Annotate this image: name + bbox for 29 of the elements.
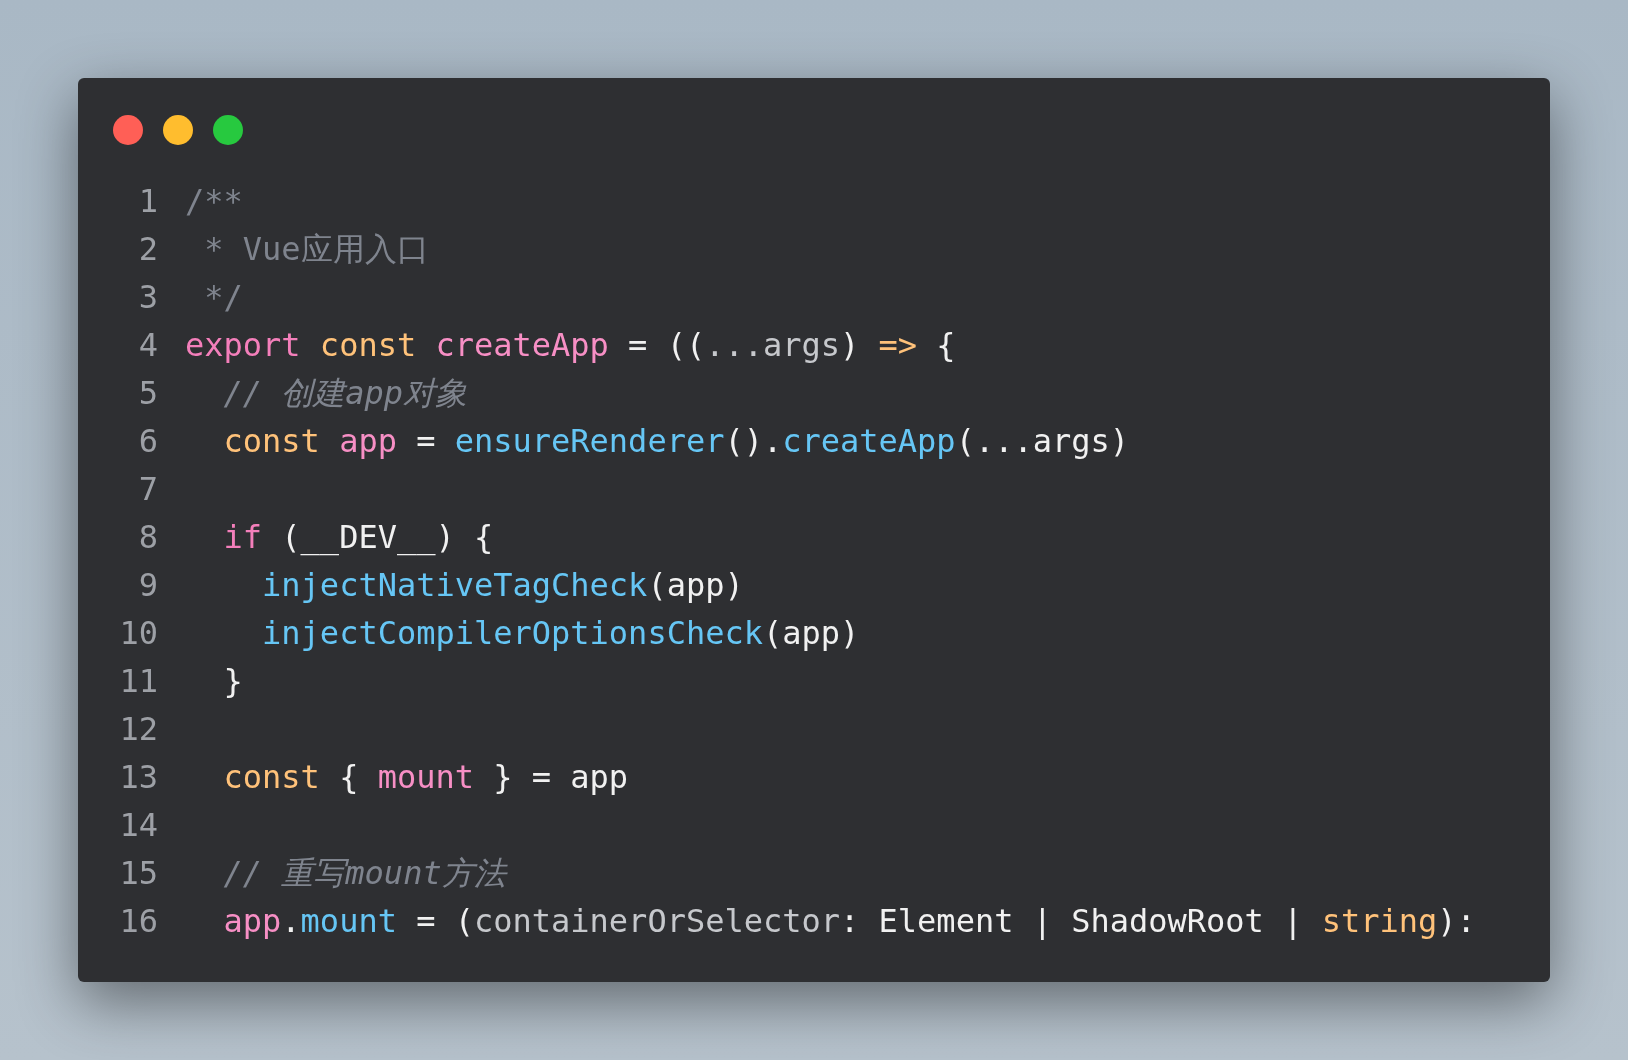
- code-line: injectNativeTagCheck(app): [261, 565, 744, 606]
- code-line: * Vue应用入口: [203, 229, 429, 270]
- line-number: 9: [137, 565, 158, 606]
- code-line: // 创建app对象: [222, 373, 468, 414]
- line-number: 5: [137, 373, 158, 414]
- line-number: 15: [118, 853, 158, 894]
- line-number: 3: [137, 277, 158, 318]
- line-number: 1: [137, 181, 158, 222]
- line-number: 10: [118, 613, 158, 654]
- code-line: */: [203, 277, 243, 318]
- code-line: app.mount = (containerOrSelector: Element | ShadowRoot | string):: [222, 901, 1476, 942]
- line-number: 6: [137, 421, 158, 462]
- line-number: 7: [137, 469, 158, 510]
- code-line: /**: [185, 181, 243, 222]
- code-line: injectCompilerOptionsCheck(app): [261, 613, 860, 654]
- code-line: export const createApp = ((...args) => {: [185, 325, 956, 366]
- line-number: 4: [137, 325, 158, 366]
- line-number: 12: [118, 709, 158, 750]
- line-number: 11: [118, 661, 158, 702]
- line-number: 13: [118, 757, 158, 798]
- code-line: const { mount } = app: [222, 757, 629, 798]
- code-line: if (__DEV__) {: [222, 517, 494, 558]
- code-line: // 重写mount方法: [222, 853, 506, 894]
- line-number: 16: [118, 901, 158, 942]
- line-number: 8: [137, 517, 158, 558]
- code-line: }: [222, 661, 243, 702]
- code-line: const app = ensureRenderer().createApp(...args): [222, 421, 1129, 462]
- line-number: 14: [118, 805, 158, 846]
- line-number: 2: [137, 229, 158, 270]
